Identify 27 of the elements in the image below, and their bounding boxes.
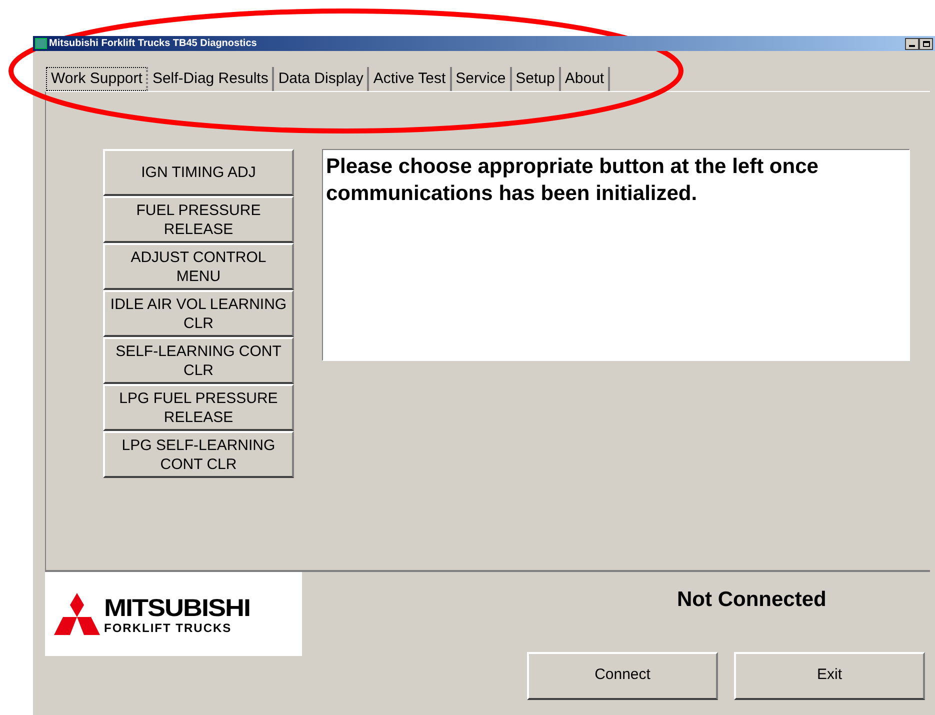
logo-name: MITSUBISHI [104,596,250,620]
message-text: Please choose appropriate button at the left once communications has been initialized. [326,154,820,207]
tab[interactable]: Data Display [274,67,370,91]
work-support-button[interactable]: IDLE AIR VOL LEARNING CLR [103,290,294,337]
tab[interactable]: Service [452,67,512,91]
exit-button[interactable]: Exit [734,652,925,700]
connection-status: Not Connected [677,587,828,613]
work-support-button[interactable]: LPG SELF-LEARNING CONT CLR [103,431,294,478]
tab[interactable]: About [560,67,610,91]
work-support-button[interactable]: IGN TIMING ADJ [103,149,294,196]
restore-icon [922,40,930,46]
work-support-button[interactable]: LPG FUEL PRESSURE RELEASE [103,384,294,431]
minimize-icon [909,44,915,46]
work-support-button[interactable]: FUEL PRESSURE RELEASE [103,196,294,243]
tab[interactable]: Setup [512,67,561,91]
tab[interactable]: Self-Diag Results [148,67,274,91]
diamond-logo-icon [54,593,100,635]
tab[interactable]: Active Test [369,67,452,91]
work-support-button[interactable]: ADJUST CONTROL MENU [103,243,294,290]
minimize-button[interactable] [905,38,919,50]
window-title: Mitsubishi Forklift Trucks TB45 Diagnostics [49,37,257,51]
work-support-button[interactable]: SELF-LEARNING CONT CLR [103,337,294,384]
maximize-button[interactable] [919,38,933,50]
app-icon [35,38,47,49]
connect-button[interactable]: Connect [527,652,718,700]
logo-subtitle: FORKLIFT TRUCKS [104,622,233,634]
tab[interactable]: Work Support [46,67,148,91]
